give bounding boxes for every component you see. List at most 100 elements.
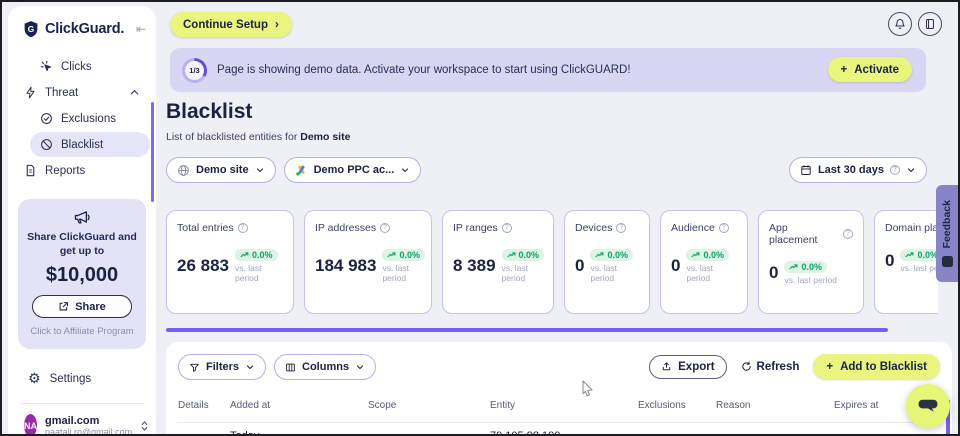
banner-message: Page is showing demo data. Activate your…: [217, 64, 631, 76]
chevron-up-down-icon: [140, 420, 149, 432]
column-header-entity[interactable]: Entity: [490, 400, 515, 411]
blacklist-table-card: Filters Columns: [166, 342, 952, 436]
avatar: NA: [24, 414, 37, 436]
page-title: Blacklist: [166, 100, 252, 124]
promo-text-line2: get up to: [24, 245, 140, 259]
continue-setup-button[interactable]: Continue Setup ›: [170, 12, 292, 37]
columns-button[interactable]: Columns: [274, 354, 376, 380]
cell-entity: 70.105.98.100: [490, 430, 560, 436]
globe-icon: [177, 164, 190, 177]
sidebar-item-reports[interactable]: Reports: [14, 158, 150, 183]
trend-value: 0.0%: [607, 250, 628, 260]
export-icon: [661, 361, 672, 372]
account-switcher[interactable]: NA gmail.com naatali.ro@gmail.com: [8, 412, 156, 436]
info-icon[interactable]: ?: [502, 223, 512, 233]
info-icon[interactable]: ?: [238, 223, 248, 233]
stat-value: 8 389: [453, 256, 496, 276]
stat-card-domain-placement: Domain placement? 0 0.0%vs. last period: [874, 210, 938, 314]
ppc-account-value: Demo PPC ac...: [314, 164, 395, 176]
stat-value: 184 983: [315, 256, 376, 276]
column-header-expires-at[interactable]: Expires at: [834, 400, 878, 411]
stat-label: Audience: [671, 222, 715, 234]
stat-value: 0: [769, 263, 778, 283]
stat-label: IP addresses: [315, 222, 376, 234]
filters-label: Filters: [206, 361, 239, 373]
trend-badge: 0.0%: [382, 249, 425, 261]
page-subtitle-site: Demo site: [300, 131, 350, 143]
trend-value: 0.0%: [917, 250, 938, 260]
sidebar-item-blacklist[interactable]: Blacklist: [30, 132, 150, 157]
affiliate-link[interactable]: Click to Affiliate Program: [24, 326, 140, 337]
columns-label: Columns: [302, 361, 349, 373]
affiliate-promo-card[interactable]: Share ClickGuard and get up to $10,000 S…: [18, 199, 146, 349]
column-header-reason[interactable]: Reason: [716, 400, 750, 411]
filter-icon: [189, 362, 200, 373]
sidebar-item-exclusions[interactable]: Exclusions: [30, 106, 150, 131]
chevron-down-icon: [255, 165, 265, 175]
app-window: G ClickGuard. ⇤ Clicks Threat E: [0, 0, 960, 436]
trend-value: 0.0%: [519, 250, 540, 260]
lightning-icon: [24, 86, 37, 99]
stat-label: Domain placement: [885, 222, 938, 234]
column-header-scope[interactable]: Scope: [368, 400, 396, 411]
feedback-tab[interactable]: Feedback: [936, 185, 958, 282]
chat-bubble-icon: [917, 397, 939, 415]
compare-label: vs. last period: [590, 263, 639, 283]
stat-card-ip-ranges: IP ranges? 8 389 0.0%vs. last period: [442, 210, 554, 314]
plus-icon: +: [841, 64, 848, 76]
notifications-button[interactable]: [888, 12, 912, 36]
refresh-label: Refresh: [757, 361, 800, 373]
info-icon[interactable]: ?: [719, 223, 729, 233]
site-selector[interactable]: Demo site: [166, 157, 276, 183]
book-icon: [924, 18, 936, 30]
ppc-account-selector[interactable]: Demo PPC ac...: [284, 157, 422, 183]
table-row[interactable]: Today 70.105.98.100: [178, 430, 940, 436]
sidebar-item-clicks[interactable]: Clicks: [30, 54, 150, 79]
sidebar-collapse-icon[interactable]: ⇤: [136, 22, 146, 36]
trend-value: 0.0%: [703, 250, 724, 260]
sidebar-item-label: Reports: [45, 165, 85, 177]
google-ads-icon: [295, 164, 308, 177]
table-header-row: Details Added at Scope Entity Exclusions…: [178, 400, 940, 418]
filters-button[interactable]: Filters: [178, 354, 266, 380]
sidebar-item-settings[interactable]: ⚙ Settings: [8, 367, 156, 391]
sidebar-scrollbar[interactable]: [151, 102, 154, 202]
feedback-icon: [942, 256, 953, 267]
column-header-added-at[interactable]: Added at: [230, 400, 270, 411]
info-icon[interactable]: ?: [843, 229, 853, 239]
trend-badge: 0.0%: [590, 249, 633, 261]
info-icon[interactable]: ?: [380, 223, 390, 233]
activate-label: Activate: [854, 64, 899, 76]
chevron-down-icon: [245, 362, 255, 372]
svg-text:G: G: [28, 25, 34, 34]
export-button[interactable]: Export: [649, 355, 726, 379]
date-range-selector[interactable]: Last 30 days ?: [789, 157, 927, 183]
help-center-button[interactable]: [918, 12, 942, 36]
chevron-up-icon[interactable]: [129, 87, 140, 98]
main-content: Continue Setup › 1/3 Page is showing dem…: [156, 2, 958, 434]
gear-icon: ⚙: [28, 371, 41, 387]
activate-button[interactable]: + Activate: [828, 57, 912, 82]
chat-launcher-button[interactable]: [906, 384, 950, 428]
share-button[interactable]: Share: [32, 295, 132, 318]
add-to-blacklist-button[interactable]: + Add to Blacklist: [813, 354, 940, 379]
check-circle-icon: [40, 112, 53, 125]
info-icon[interactable]: ?: [616, 223, 626, 233]
clickguard-logo-icon: G: [22, 20, 40, 38]
refresh-button[interactable]: Refresh: [741, 361, 800, 373]
compare-label: vs. last period: [235, 263, 283, 283]
trend-value: 0.0%: [801, 262, 822, 272]
column-header-details[interactable]: Details: [178, 400, 209, 411]
cards-horizontal-scrollbar[interactable]: [166, 328, 888, 332]
sidebar: G ClickGuard. ⇤ Clicks Threat E: [8, 6, 156, 434]
compare-label: vs. last period: [502, 263, 545, 283]
chevron-right-icon: ›: [275, 19, 279, 31]
page-subtitle: List of blacklisted entities for Demo si…: [166, 131, 350, 143]
stat-label: App placement: [769, 222, 839, 246]
trend-value: 0.0%: [252, 250, 273, 260]
compare-label: vs. last period: [900, 263, 938, 273]
sidebar-item-label: Threat: [45, 87, 78, 99]
sidebar-item-threat[interactable]: Threat: [14, 80, 150, 105]
column-header-exclusions[interactable]: Exclusions: [638, 400, 686, 411]
share-button-label: Share: [75, 301, 106, 313]
